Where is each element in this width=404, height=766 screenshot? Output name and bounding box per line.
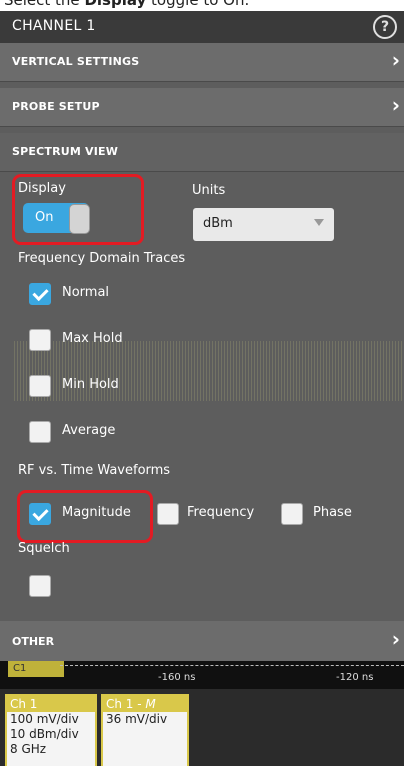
rf-vs-time-label: RF vs. Time Waveforms <box>18 463 171 478</box>
timeline-dash <box>60 665 404 666</box>
section-vertical-settings[interactable]: VERTICAL SETTINGS › <box>0 43 404 82</box>
average-checkbox[interactable] <box>29 421 51 443</box>
badge-row: 100 mV/div <box>10 712 79 726</box>
section-other[interactable]: OTHER › <box>0 621 404 661</box>
chevron-right-icon: › <box>391 627 400 651</box>
max-hold-checkbox[interactable] <box>29 329 51 351</box>
channel-settings-panel: CHANNEL 1 ? VERTICAL SETTINGS › PROBE SE… <box>0 11 404 689</box>
badge-row: 36 mV/div <box>106 712 168 726</box>
channel-tab[interactable]: C1 <box>8 661 64 677</box>
panel-title: CHANNEL 1 <box>12 18 96 34</box>
magnitude-highlight-box <box>17 490 153 543</box>
section-label: VERTICAL SETTINGS <box>12 55 140 68</box>
min-hold-checkbox[interactable] <box>29 375 51 397</box>
tick-label: -120 ns <box>336 672 374 683</box>
section-label: PROBE SETUP <box>12 100 100 113</box>
section-probe-setup[interactable]: PROBE SETUP › <box>0 88 404 127</box>
help-icon[interactable]: ? <box>373 15 397 39</box>
average-label: Average <box>62 423 116 438</box>
chevron-right-icon: › <box>391 48 400 72</box>
badge-header: Ch 1 - M <box>103 696 187 712</box>
section-label: SPECTRUM VIEW <box>12 145 119 158</box>
units-value: dBm <box>203 216 233 231</box>
units-dropdown[interactable]: dBm <box>193 208 334 241</box>
tick-label: -160 ns <box>158 672 196 683</box>
chevron-right-icon: › <box>391 93 400 117</box>
caret-down-icon <box>314 219 324 226</box>
frequency-domain-traces-label: Frequency Domain Traces <box>18 251 186 266</box>
max-hold-label: Max Hold <box>62 331 123 346</box>
units-label: Units <box>192 183 226 198</box>
display-highlight-box <box>12 174 144 245</box>
panel-titlebar: CHANNEL 1 ? <box>0 11 404 43</box>
section-spectrum-view[interactable]: SPECTRUM VIEW <box>0 133 404 172</box>
squelch-label: Squelch <box>18 541 70 556</box>
frequency-label: Frequency <box>187 505 255 520</box>
squelch-checkbox[interactable] <box>29 575 51 597</box>
badge-row: 8 GHz <box>10 742 47 756</box>
channel-badge-bar: Ch 1 100 mV/div 10 dBm/div 8 GHz Ch 1 - … <box>0 689 404 766</box>
check-icon <box>32 284 49 302</box>
badge-row: 10 dBm/div <box>10 727 79 741</box>
phase-checkbox[interactable] <box>281 503 303 525</box>
min-hold-label: Min Hold <box>62 377 119 392</box>
waveform-timeline: C1 -160 ns -120 ns <box>0 661 404 689</box>
ch1-badge[interactable]: Ch 1 100 mV/div 10 dBm/div 8 GHz <box>5 694 97 766</box>
instruction-text: Select the Display toggle to On. <box>4 0 250 9</box>
phase-label: Phase <box>313 505 352 520</box>
normal-checkbox[interactable] <box>29 283 51 305</box>
ch1-math-badge[interactable]: Ch 1 - M 36 mV/div <box>101 694 189 766</box>
background-waveform <box>14 341 404 401</box>
section-label: OTHER <box>12 635 55 648</box>
badge-header: Ch 1 <box>7 696 95 712</box>
normal-label: Normal <box>62 285 110 300</box>
frequency-checkbox[interactable] <box>157 503 179 525</box>
